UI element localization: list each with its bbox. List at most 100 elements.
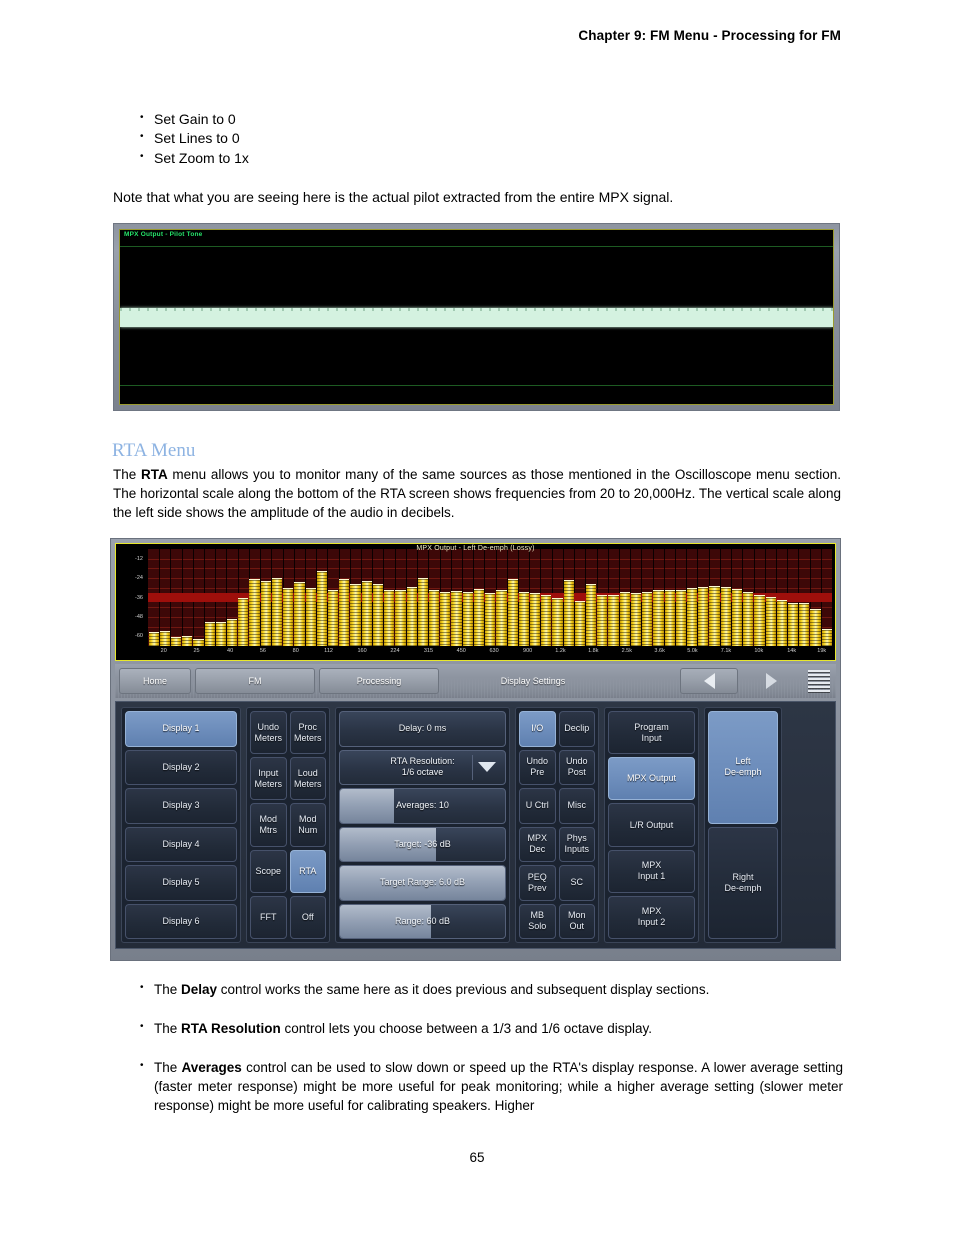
source-button-program-input[interactable]: Program Input	[608, 711, 695, 755]
slider-fill	[340, 789, 395, 823]
rta-settings-group: Delay: 0 ms RTA Resolution: 1/6 octave Aver…	[335, 707, 510, 943]
rta-bar	[249, 578, 260, 646]
rta-resolution-value: RTA Resolution: 1/6 octave	[390, 756, 455, 778]
rta-x-tick-label: 40	[227, 648, 234, 654]
meter-mode-button-loud-meters[interactable]: Loud Meters	[289, 757, 326, 801]
rta-bar	[428, 590, 440, 646]
rta-x-tick-label: 3.6k	[654, 648, 665, 654]
rta-bar	[731, 589, 743, 646]
rta-bar	[148, 632, 159, 646]
display-button-display-3[interactable]: Display 3	[125, 788, 237, 824]
source-button-mpx-input-1[interactable]: MPX Input 1	[608, 849, 695, 893]
nav-tab-fm[interactable]: FM	[195, 668, 315, 694]
display-button-display-1[interactable]: Display 1	[125, 711, 237, 747]
channel-button-right-de-emph[interactable]: Right De-emph	[708, 826, 778, 939]
slider-label: Target: -36 dB	[394, 838, 451, 849]
rta-bar	[215, 622, 227, 646]
rta-bar	[485, 593, 496, 646]
nav-prev-button[interactable]	[680, 668, 738, 694]
rta-x-tick-label: 19k	[817, 648, 827, 654]
meter-mode-button-input-meters[interactable]: Input Meters	[250, 757, 287, 801]
meter-mode-button-mod-num[interactable]: Mod Num	[289, 803, 326, 847]
section-button-sc[interactable]: SC	[558, 865, 595, 901]
rta-y-tick-label: -48	[135, 613, 143, 620]
page-number: 65	[469, 1150, 485, 1165]
triangle-right-icon	[765, 673, 777, 689]
rta-bar	[260, 581, 271, 646]
section-button-i-o[interactable]: I/O	[519, 711, 556, 747]
scope-trace-noise	[120, 308, 833, 311]
display-button-display-2[interactable]: Display 2	[125, 749, 237, 785]
source-button-l-r-output[interactable]: L/R Output	[608, 803, 695, 847]
channel-button-left-de-emph[interactable]: Left De-emph	[708, 711, 778, 824]
rta-bar	[642, 591, 653, 646]
rta-paragraph: The RTA menu allows you to monitor many …	[113, 465, 841, 522]
nav-tab-processing[interactable]: Processing	[319, 668, 439, 694]
rta-bar	[182, 636, 193, 646]
rta-bar	[743, 591, 754, 646]
rta-x-tick-label: 14k	[787, 648, 797, 654]
rta-bar	[283, 588, 294, 646]
meter-mode-button-scope[interactable]: Scope	[250, 849, 287, 893]
section-button-mpx-dec[interactable]: MPX Dec	[519, 826, 556, 862]
rta-bar	[328, 590, 339, 646]
meter-mode-button-mod-mtrs[interactable]: Mod Mtrs	[250, 803, 287, 847]
display-button-display-6[interactable]: Display 6	[125, 903, 237, 939]
rta-slider-delay[interactable]: Delay: 0 ms	[339, 711, 506, 747]
rta-slider-averages[interactable]: Averages: 10	[339, 788, 506, 824]
rta-x-tick-label: 1.2k	[555, 648, 566, 654]
section-button-mon-out[interactable]: Mon Out	[558, 903, 595, 939]
rta-y-axis: -12 -24 -36 -48 -60	[116, 549, 146, 646]
section-button-undo-post[interactable]: Undo Post	[558, 749, 595, 785]
display-select-group: Display 1 Display 2 Display 3 Display 4 Disp…	[121, 707, 241, 943]
rta-resolution-dropdown[interactable]: RTA Resolution: 1/6 octave	[339, 749, 506, 785]
meter-mode-button-off[interactable]: Off	[289, 895, 326, 939]
source-button-mpx-input-2[interactable]: MPX Input 2	[608, 895, 695, 940]
rta-bar	[698, 586, 709, 646]
section-button-u-ctrl[interactable]: U Ctrl	[519, 788, 556, 824]
scope-gridline	[120, 246, 833, 247]
section-button-undo-pre[interactable]: Undo Pre	[519, 749, 556, 785]
section-button-peq-prev[interactable]: PEQ Prev	[519, 865, 556, 901]
rta-slider-target-range[interactable]: Target Range: 6.0 dB	[339, 865, 506, 901]
rta-display-title: MPX Output - Left De-emph (Lossy)	[416, 545, 535, 552]
rta-x-tick-label: 2.5k	[621, 648, 632, 654]
rta-paragraph-text: The RTA menu allows you to monitor many …	[113, 467, 841, 520]
rta-bar	[406, 586, 417, 646]
meter-mode-button-fft[interactable]: FFT	[250, 895, 287, 939]
nav-next-button[interactable]	[742, 668, 800, 694]
chevron-down-icon[interactable]	[472, 754, 501, 780]
rta-bar	[193, 639, 204, 646]
rta-bar	[395, 590, 406, 646]
rta-bar	[619, 591, 630, 646]
oscilloscope-figure: MPX Output - Pilot Tone	[113, 223, 840, 411]
section-button-misc[interactable]: Misc	[558, 788, 595, 824]
rta-bar	[462, 591, 473, 646]
rta-bar	[496, 590, 507, 646]
display-button-display-4[interactable]: Display 4	[125, 826, 237, 862]
list-item: Set Zoom to 1x	[138, 147, 758, 168]
section-button-declip[interactable]: Declip	[558, 711, 595, 747]
meter-mode-button-undo-meters[interactable]: Undo Meters	[250, 711, 287, 755]
rta-slider-range[interactable]: Range: 60 dB	[339, 903, 506, 939]
rta-display[interactable]: MPX Output - Left De-emph (Lossy) -12 -24…	[115, 543, 836, 661]
rta-bar	[294, 581, 305, 646]
display-button-display-5[interactable]: Display 5	[125, 865, 237, 901]
hamburger-menu-icon[interactable]	[808, 670, 830, 692]
rta-x-tick-label: 80	[292, 648, 299, 654]
hamburger-line	[808, 682, 830, 684]
nav-tab-display-settings[interactable]: Display Settings	[443, 668, 623, 694]
source-button-mpx-output[interactable]: MPX Output	[608, 757, 695, 801]
rta-bar	[653, 590, 664, 646]
rta-x-tick-label: 25	[193, 648, 200, 654]
rta-bar	[810, 609, 821, 646]
nav-tab-home[interactable]: Home	[119, 668, 191, 694]
section-button-phys-inputs[interactable]: Phys Inputs	[558, 826, 595, 862]
section-button-mb-solo[interactable]: MB Solo	[519, 903, 556, 939]
navigation-bar: Home FM Processing Display Settings	[115, 664, 836, 698]
rta-slider-target[interactable]: Target: -36 dB	[339, 826, 506, 862]
chevron-down-glyph	[478, 762, 496, 773]
meter-mode-button-proc-meters[interactable]: Proc Meters	[289, 711, 326, 755]
meter-mode-button-rta[interactable]: RTA	[289, 849, 326, 893]
oscilloscope-screen: MPX Output - Pilot Tone	[119, 229, 834, 405]
